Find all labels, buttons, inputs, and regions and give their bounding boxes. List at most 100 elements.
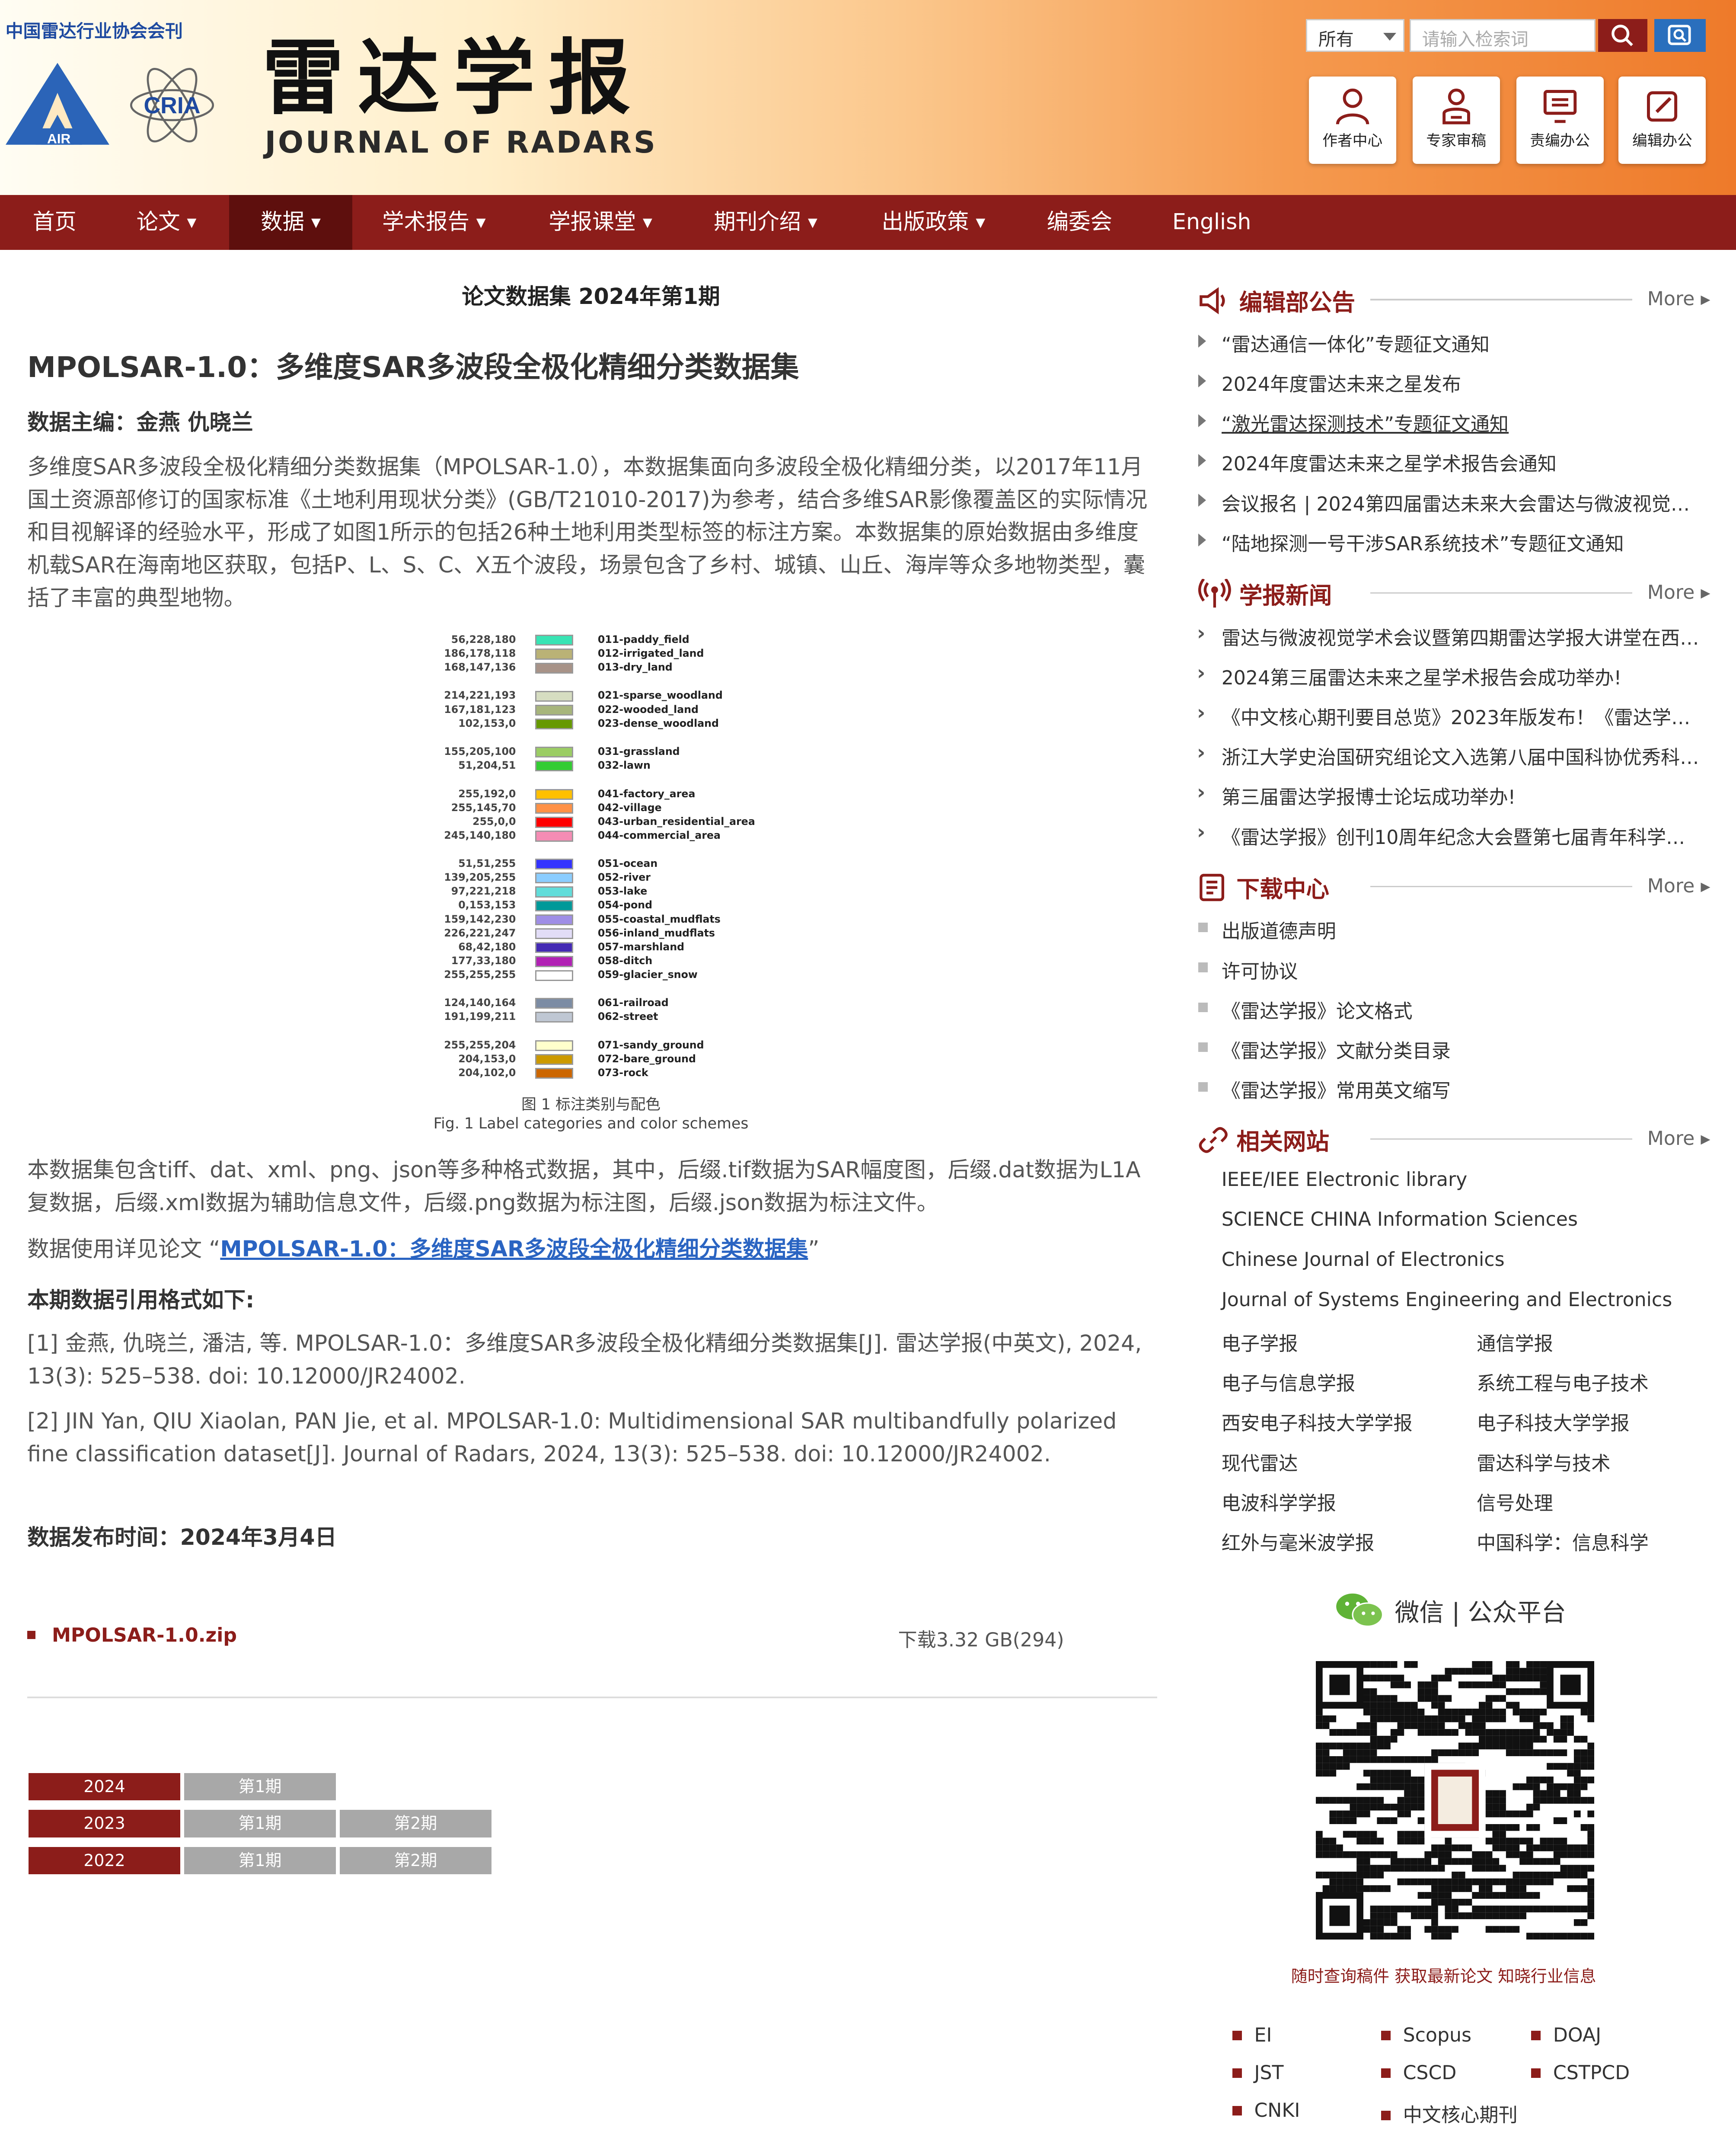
related-site-link[interactable]: 电子学报 xyxy=(1222,1328,1298,1356)
paper-link[interactable]: MPOLSAR-1.0：多维度SAR多波段全极化精细分类数据集 xyxy=(220,1236,808,1262)
legend-rgb: 204,153,0 xyxy=(458,1052,516,1065)
nav-publishing-policy[interactable]: 出版政策 ▼ xyxy=(882,195,986,249)
chevron-down-icon: ▼ xyxy=(187,215,197,230)
announcement-item[interactable]: “雷达通信一体化”专题征文通知 xyxy=(1222,329,1702,357)
search-button[interactable] xyxy=(1598,19,1647,52)
chevron-right-icon: › xyxy=(1197,661,1206,685)
download-item[interactable]: 《雷达学报》论文格式 xyxy=(1222,996,1702,1023)
index-item[interactable]: DOAJ xyxy=(1531,2024,1601,2046)
related-site-link[interactable]: 电波科学学报 xyxy=(1222,1488,1336,1515)
nav-papers[interactable]: 论文 ▼ xyxy=(137,195,197,249)
news-item[interactable]: 浙江大学史治国研究组论文入选第八届中国科协优秀科技论文 xyxy=(1222,742,1702,770)
nav-classroom[interactable]: 学报课堂 ▼ xyxy=(549,195,652,249)
legend-row: 255,0,0 043-urban_residential_area xyxy=(440,815,755,829)
legend-label: 055-coastal_mudflats xyxy=(597,913,721,925)
legend-row: 68,42,180 057-marshland xyxy=(440,941,753,955)
nav-reports[interactable]: 学术报告 ▼ xyxy=(382,195,486,249)
download-item[interactable]: 出版道德声明 xyxy=(1222,916,1702,943)
expert-review-button[interactable]: 专家审稿 xyxy=(1412,76,1500,164)
related-site-link[interactable]: 红外与毫米波学报 xyxy=(1222,1527,1375,1555)
legend-swatch xyxy=(535,1040,573,1051)
index-item[interactable]: CSCD xyxy=(1381,2062,1456,2084)
archive-issue[interactable]: 第1期 xyxy=(184,1810,336,1837)
index-item[interactable]: JST xyxy=(1232,2062,1284,2084)
bullet-icon xyxy=(27,1630,36,1639)
cria-logo-text: CRIA xyxy=(144,93,200,118)
related-site-link[interactable]: Journal of Systems Engineering and Elect… xyxy=(1222,1289,1672,1311)
cria-logo-icon: CRIA xyxy=(130,67,214,143)
related-site-link[interactable]: 系统工程与电子技术 xyxy=(1477,1368,1649,1396)
search-input[interactable]: 请输入检索词 xyxy=(1410,19,1596,52)
related-site-link[interactable]: 信号处理 xyxy=(1477,1488,1553,1515)
announcement-item[interactable]: 2024年度雷达未来之星学术报告会通知 xyxy=(1222,448,1702,476)
index-item[interactable]: CNKI xyxy=(1232,2099,1300,2122)
news-item[interactable]: 雷达与微波视觉学术会议暨第四期雷达学报大讲堂在西安举办 xyxy=(1222,623,1702,650)
index-label: CSCD xyxy=(1403,2061,1457,2084)
legend-row: 124,140,164 061-railroad xyxy=(440,997,753,1010)
expert-review-label: 专家审稿 xyxy=(1426,132,1487,150)
archive-year[interactable]: 2022 xyxy=(29,1847,180,1874)
download-item[interactable]: 许可协议 xyxy=(1222,956,1702,984)
archive-year[interactable]: 2023 xyxy=(29,1810,180,1837)
archive-year[interactable]: 2024 xyxy=(29,1773,180,1801)
nav-journal-intro[interactable]: 期刊介绍 ▼ xyxy=(714,195,817,249)
announcement-item[interactable]: “陆地探测一号干涉SAR系统技术”专题征文通知 xyxy=(1222,528,1702,556)
downloads-more-link[interactable]: More ▸ xyxy=(1647,875,1710,897)
related-site-link[interactable]: 现代雷达 xyxy=(1222,1448,1298,1476)
legend-swatch xyxy=(535,746,573,758)
advanced-search-button[interactable] xyxy=(1654,19,1706,52)
editorial-office-button[interactable]: 编辑办公 xyxy=(1618,76,1706,164)
related-site-link[interactable]: 雷达科学与技术 xyxy=(1477,1448,1610,1476)
square-bullet-icon xyxy=(1198,1082,1208,1092)
legend-rgb: 56,228,180 xyxy=(451,633,516,645)
nav-home[interactable]: 首页 xyxy=(33,195,77,249)
download-item[interactable]: 《雷达学报》文献分类目录 xyxy=(1222,1035,1702,1063)
index-item[interactable]: Scopus xyxy=(1381,2024,1471,2046)
chevron-right-icon: › xyxy=(1197,700,1206,725)
announcement-item[interactable]: “激光雷达探测技术”专题征文通知 xyxy=(1222,409,1702,436)
announcements-more-link[interactable]: More ▸ xyxy=(1647,288,1710,310)
nav-english[interactable]: English xyxy=(1172,195,1251,249)
archive-issue[interactable]: 第1期 xyxy=(184,1773,336,1801)
site-header: 中国雷达行业协会会刊 AIR CRIA 雷达学报 JOURNAL OF RADA… xyxy=(0,0,1736,195)
related-site-link[interactable]: IEEE/IEE Electronic library xyxy=(1222,1169,1468,1191)
related-site-link[interactable]: 通信学报 xyxy=(1477,1328,1553,1356)
related-site-link[interactable]: 电子与信息学报 xyxy=(1222,1368,1355,1396)
news-item[interactable]: 2024第三届雷达未来之星学术报告会成功举办! xyxy=(1222,662,1702,690)
legend-swatch xyxy=(535,914,573,925)
nav-editorial-board[interactable]: 编委会 xyxy=(1047,195,1113,249)
nav-data[interactable]: 数据 ▼ xyxy=(229,195,352,250)
related-site-link[interactable]: 电子科技大学学报 xyxy=(1477,1408,1630,1435)
square-bullet-icon xyxy=(1198,962,1208,972)
sites-more-link[interactable]: More ▸ xyxy=(1647,1128,1710,1150)
archive-issue[interactable]: 第1期 xyxy=(184,1847,336,1874)
index-item[interactable]: 中文核心期刊 xyxy=(1381,2099,1518,2127)
author-center-button[interactable]: 作者中心 xyxy=(1308,76,1396,164)
file-download-link[interactable]: MPOLSAR-1.0.zip xyxy=(27,1624,237,1646)
news-item[interactable]: 《中文核心期刊要目总览》2023年版发布！《雷达学报》入选 xyxy=(1222,702,1702,730)
announcement-item[interactable]: 2024年度雷达未来之星发布 xyxy=(1222,369,1702,396)
related-site-link[interactable]: 西安电子科技大学学报 xyxy=(1222,1408,1413,1435)
label-color-figure: 56,228,180 011-paddy_field 186,178,118 012-… xyxy=(440,631,755,1084)
index-item[interactable]: CSTPCD xyxy=(1531,2062,1630,2084)
legend-rgb: 255,255,204 xyxy=(444,1039,516,1051)
archive-issue[interactable]: 第2期 xyxy=(340,1810,491,1837)
downloads-title-text: 下载中心 xyxy=(1236,876,1330,903)
news-more-link[interactable]: More ▸ xyxy=(1647,582,1710,604)
index-item[interactable]: EI xyxy=(1232,2024,1272,2046)
file-name: MPOLSAR-1.0.zip xyxy=(51,1624,237,1647)
download-size[interactable]: 下载3.32 GB(294) xyxy=(898,1624,1064,1652)
news-item[interactable]: 《雷达学报》创刊10周年纪念大会暨第七届青年科学家论坛 xyxy=(1222,822,1702,850)
related-site-link[interactable]: Chinese Journal of Electronics xyxy=(1222,1249,1505,1271)
download-item[interactable]: 《雷达学报》常用英文缩写 xyxy=(1222,1075,1702,1103)
legend-row: 191,199,211 062-street xyxy=(440,1010,753,1024)
chevron-down-icon: ▼ xyxy=(476,215,486,230)
editor-office-button[interactable]: 责编办公 xyxy=(1516,76,1604,164)
archive-issue[interactable]: 第2期 xyxy=(340,1847,491,1874)
related-site-link[interactable]: 中国科学：信息科学 xyxy=(1477,1527,1649,1555)
news-item[interactable]: 第三届雷达学报博士论坛成功举办! xyxy=(1222,782,1702,809)
bullet-icon xyxy=(1232,2068,1242,2078)
announcement-item[interactable]: 会议报名 | 2024第四届雷达未来大会雷达与微波视觉分会场 xyxy=(1222,489,1702,516)
related-site-link[interactable]: SCIENCE CHINA Information Sciences xyxy=(1222,1208,1578,1230)
search-scope-select[interactable]: 所有 xyxy=(1306,19,1404,52)
